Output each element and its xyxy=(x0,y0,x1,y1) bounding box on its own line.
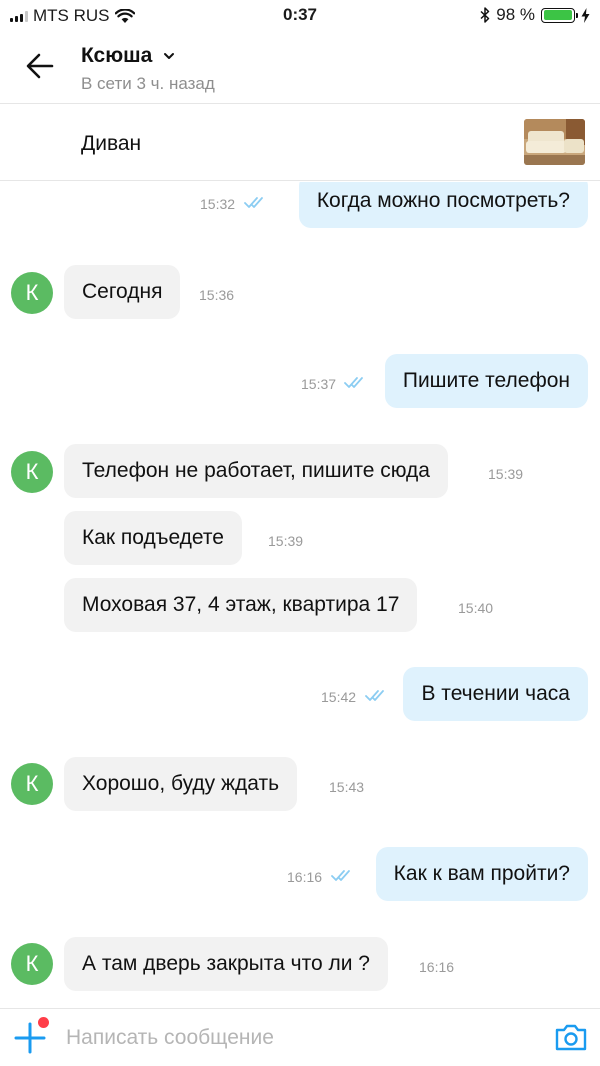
message-time: 15:43 xyxy=(329,779,365,795)
avatar[interactable]: К xyxy=(11,763,53,805)
listing-title[interactable]: Диван xyxy=(81,132,141,156)
message-time: 15:40 xyxy=(458,600,494,616)
battery-icon xyxy=(541,7,578,23)
avatar[interactable]: К xyxy=(11,272,53,314)
avatar[interactable]: К xyxy=(11,451,53,493)
battery-level-fill xyxy=(543,10,572,20)
outgoing-message[interactable]: Когда можно посмотреть? xyxy=(298,182,588,228)
chevron-down-icon[interactable] xyxy=(161,48,177,64)
incoming-message[interactable]: Хорошо, буду ждать xyxy=(64,757,298,811)
sofa-photo-icon xyxy=(524,119,585,165)
outgoing-message[interactable]: В течении часа xyxy=(403,667,588,721)
camera-icon[interactable] xyxy=(554,1021,588,1053)
message-time: 15:39 xyxy=(268,533,304,549)
message-time: 16:16 xyxy=(287,869,323,885)
message-list[interactable]: Когда можно посмотреть? 15:32 К Сегодня … xyxy=(0,182,600,1008)
message-composer xyxy=(0,1008,600,1066)
message-time: 15:32 xyxy=(200,196,236,212)
battery-percent: 98 % xyxy=(496,5,535,24)
outgoing-message[interactable]: Пишите телефон xyxy=(384,354,588,408)
listing-bar[interactable]: Диван xyxy=(0,105,600,181)
contact-last-seen: В сети 3 ч. назад xyxy=(81,74,215,93)
message-input[interactable] xyxy=(66,1023,526,1053)
incoming-message[interactable]: Как подъедете xyxy=(64,511,242,565)
avatar[interactable]: К xyxy=(11,943,53,985)
back-arrow-icon[interactable] xyxy=(24,50,56,82)
double-check-read-icon xyxy=(344,377,363,388)
contact-name[interactable]: Ксюша xyxy=(81,44,152,68)
outgoing-message[interactable]: Как к вам пройти? xyxy=(375,847,588,901)
bluetooth-icon xyxy=(480,7,490,23)
notification-dot xyxy=(38,1017,49,1028)
chat-header: Ксюша В сети 3 ч. назад xyxy=(0,30,600,104)
message-time: 15:42 xyxy=(321,689,357,705)
listing-thumbnail[interactable] xyxy=(524,119,585,165)
message-time: 16:16 xyxy=(419,959,455,975)
double-check-read-icon xyxy=(244,197,263,208)
incoming-message[interactable]: Моховая 37, 4 этаж, квартира 17 xyxy=(64,578,418,632)
status-bar: MTS RUS 0:37 98 % xyxy=(0,0,600,30)
charging-icon xyxy=(581,7,590,23)
double-check-read-icon xyxy=(365,690,384,701)
incoming-message[interactable]: Телефон не работает, пишите сюда xyxy=(64,444,448,498)
message-time: 15:39 xyxy=(488,466,524,482)
incoming-message[interactable]: А там дверь закрыта что ли ? xyxy=(64,937,388,991)
incoming-message[interactable]: Сегодня xyxy=(64,265,181,319)
double-check-read-icon xyxy=(331,870,350,881)
status-bar-right: 98 % xyxy=(480,5,590,25)
message-time: 15:36 xyxy=(199,287,235,303)
message-time: 15:37 xyxy=(301,376,337,392)
